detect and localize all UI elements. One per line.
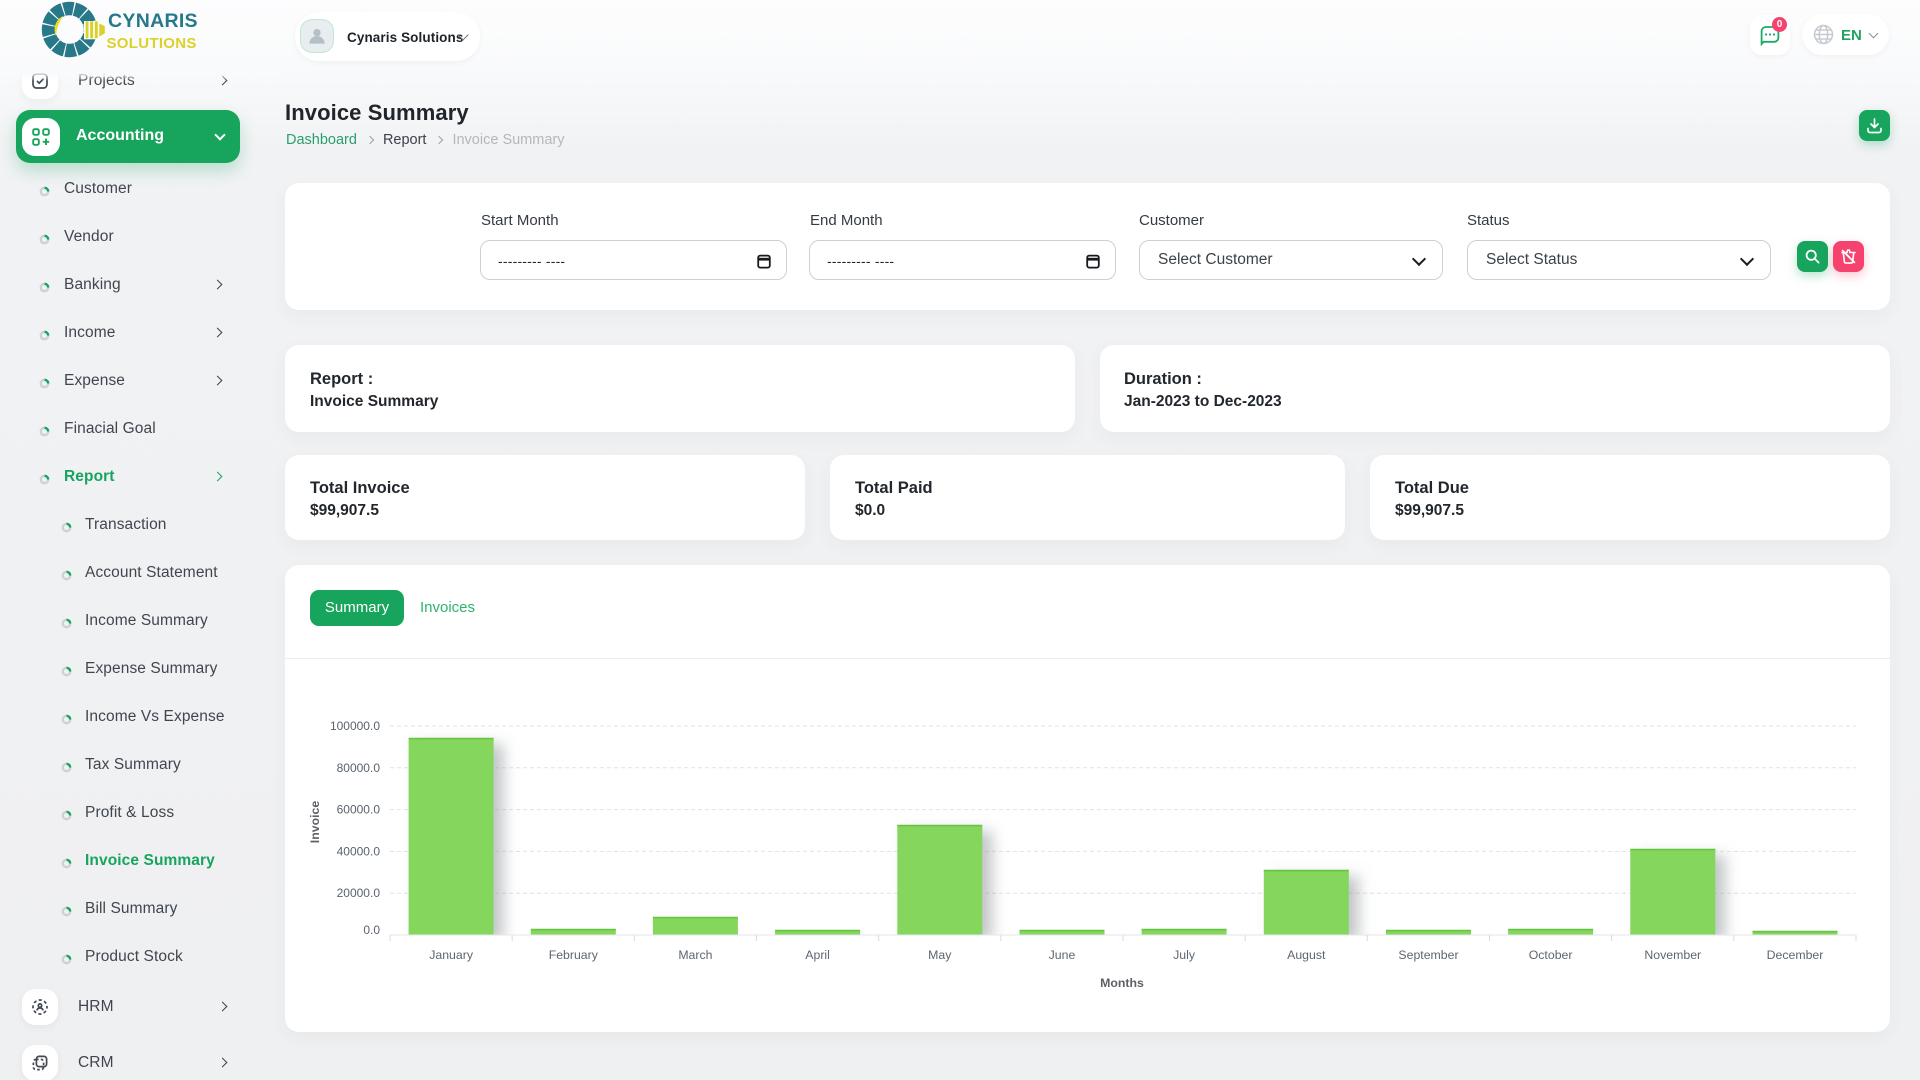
svg-text:February: February	[549, 948, 599, 962]
svg-text:March: March	[678, 948, 712, 962]
svg-text:January: January	[429, 948, 474, 962]
svg-text:20000.0: 20000.0	[337, 886, 381, 900]
svg-text:August: August	[1287, 948, 1326, 962]
svg-text:0.0: 0.0	[363, 923, 380, 937]
svg-text:June: June	[1049, 948, 1076, 962]
svg-text:December: December	[1767, 948, 1824, 962]
svg-text:60000.0: 60000.0	[337, 803, 381, 817]
svg-text:November: November	[1644, 948, 1701, 962]
svg-text:100000.0: 100000.0	[330, 719, 380, 733]
svg-text:CYNARIS: CYNARIS	[108, 10, 198, 32]
svg-text:May: May	[928, 948, 952, 962]
svg-text:SOLUTIONS: SOLUTIONS	[107, 35, 197, 52]
svg-text:September: September	[1398, 948, 1458, 962]
svg-text:Invoice: Invoice	[308, 801, 322, 844]
svg-text:Months: Months	[1100, 976, 1144, 990]
svg-text:80000.0: 80000.0	[337, 761, 381, 775]
svg-text:April: April	[805, 948, 830, 962]
svg-text:40000.0: 40000.0	[337, 844, 381, 858]
svg-text:October: October	[1529, 948, 1573, 962]
svg-text:July: July	[1173, 948, 1196, 962]
